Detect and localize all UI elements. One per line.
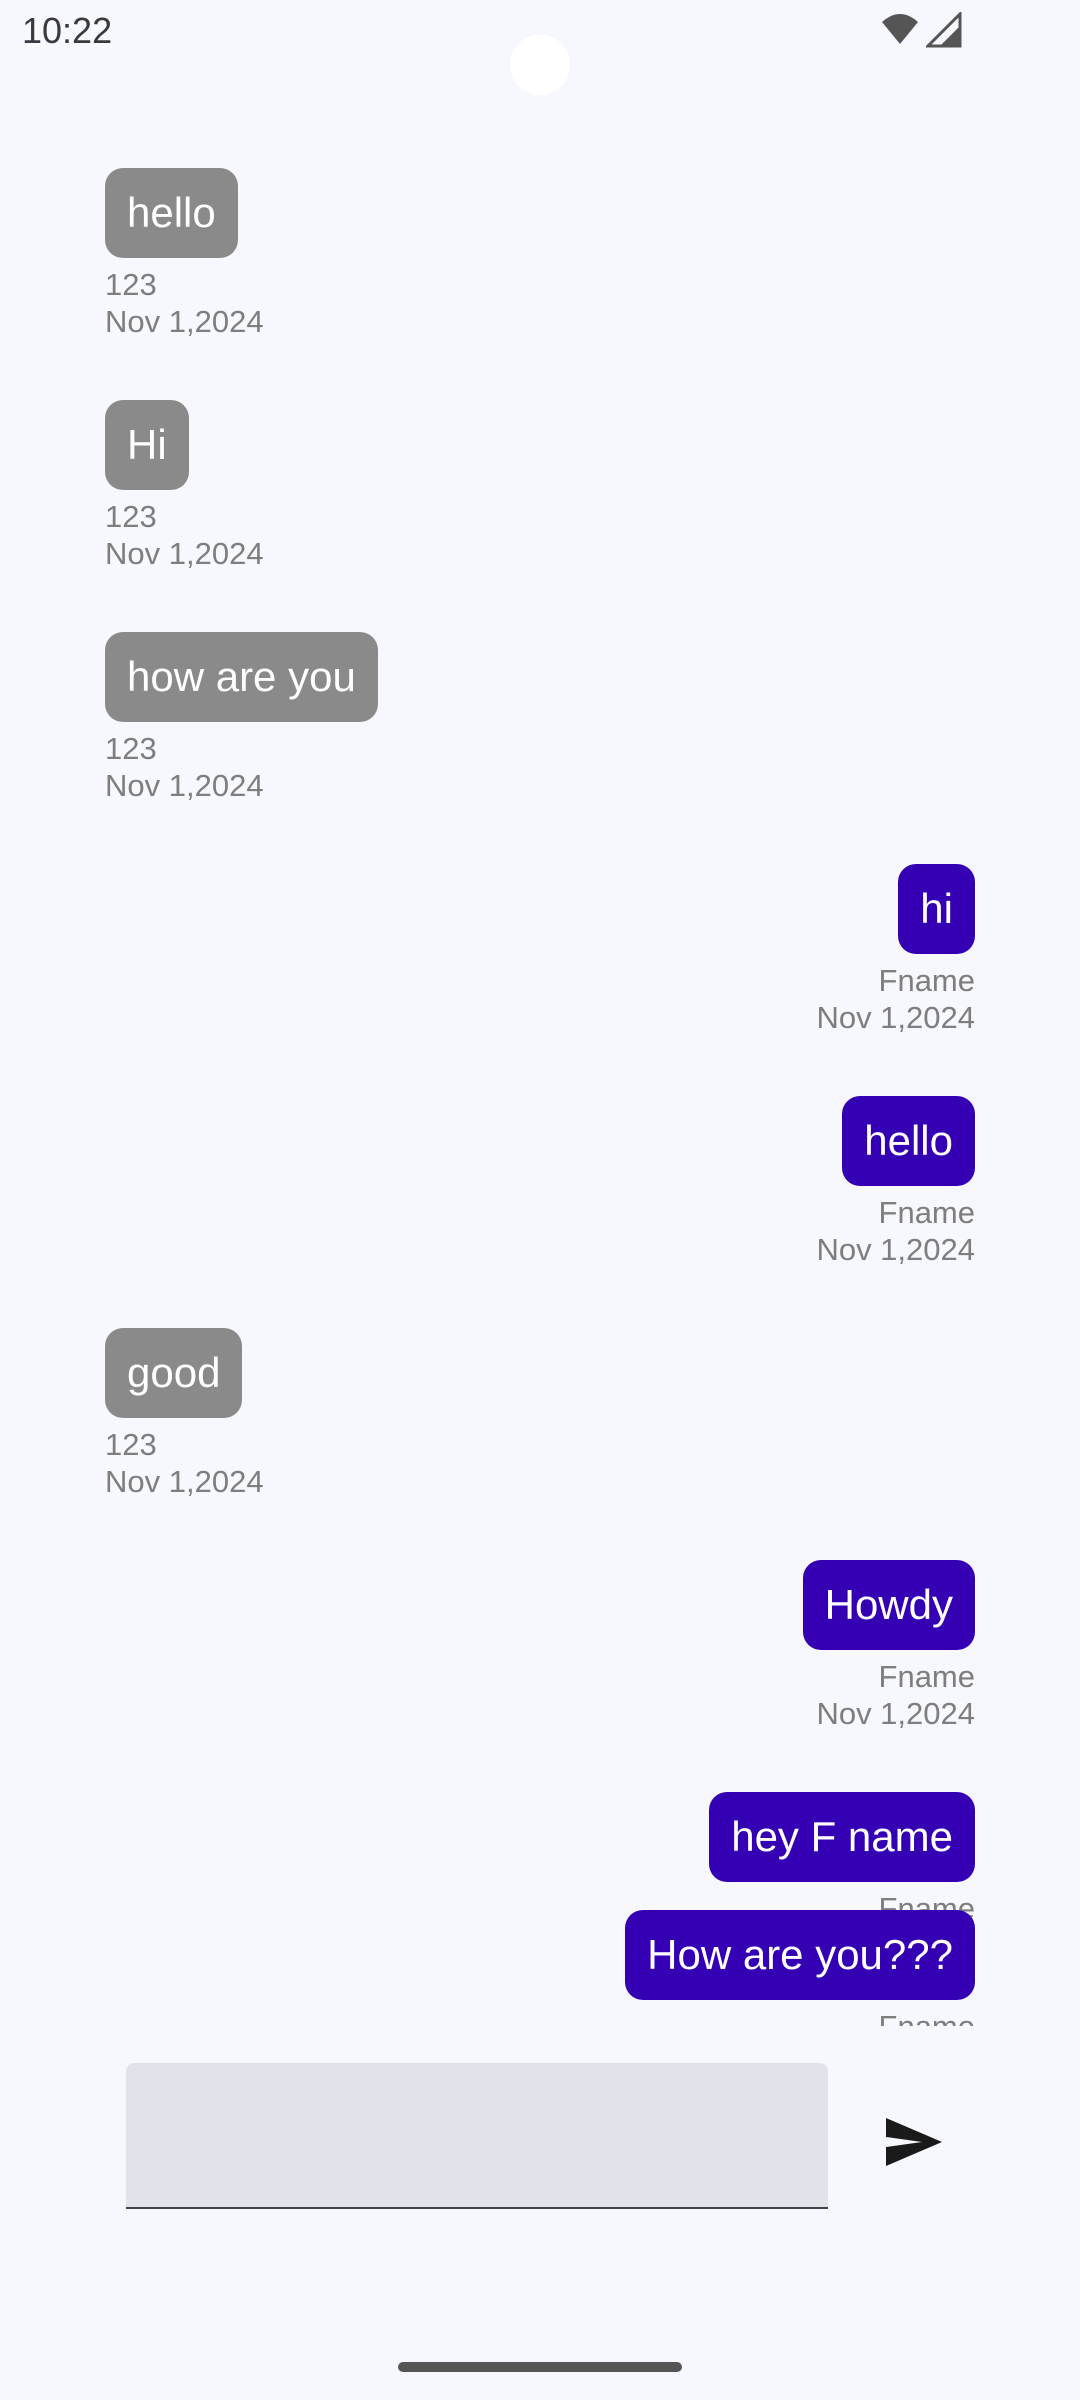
message-item: Hi 123 Nov 1,2024 (105, 400, 975, 572)
message-item: How are you??? Fname (625, 1910, 975, 2026)
message-date: Nov 1,2024 (105, 768, 264, 803)
message-item: how are you 123 Nov 1,2024 (105, 632, 975, 804)
status-time: 10:22 (22, 10, 113, 51)
message-sender: 123 (105, 267, 157, 302)
message-item: good 123 Nov 1,2024 (105, 1328, 975, 1500)
message-sender: 123 (105, 1427, 157, 1462)
message-sender: Fname (878, 1659, 975, 1694)
message-bubble[interactable]: how are you (105, 632, 378, 722)
message-item: hi Fname Nov 1,2024 (105, 864, 975, 1036)
message-sender: 123 (105, 731, 157, 766)
send-button[interactable] (872, 2100, 956, 2184)
status-bar: 10:22 (0, 0, 1080, 95)
message-date: Nov 1,2024 (816, 1000, 975, 1035)
wifi-icon (882, 14, 918, 44)
message-bubble[interactable]: How are you??? (625, 1910, 975, 2000)
message-bubble[interactable]: Howdy (802, 1560, 975, 1650)
message-meta: 123 Nov 1,2024 (105, 730, 264, 804)
message-input-container[interactable] (126, 2063, 828, 2209)
message-list[interactable]: hello 123 Nov 1,2024 Hi 123 Nov 1,2024 how are… (105, 168, 975, 2024)
message-item: hello Fname Nov 1,2024 (105, 1096, 975, 1268)
message-item: Howdy Fname Nov 1,2024 (105, 1560, 975, 1732)
message-meta: FnameNov 1,2024 (816, 962, 975, 1036)
camera-cutout (510, 35, 570, 95)
message-bubble[interactable]: hey F name (709, 1792, 975, 1882)
message-date: Nov 1,2024 (816, 1232, 975, 1267)
message-date: Nov 1,2024 (816, 1696, 975, 1731)
message-meta: 123 Nov 1,2024 (105, 1426, 264, 1500)
status-icons (880, 12, 970, 52)
message-meta: FnameNov 1,2024 (816, 1658, 975, 1732)
message-meta: FnameNov 1,2024 (816, 1194, 975, 1268)
message-meta: 123 Nov 1,2024 (105, 266, 264, 340)
message-input[interactable] (126, 2063, 828, 2207)
message-meta: 123 Nov 1,2024 (105, 498, 264, 572)
signal-icon (926, 12, 962, 48)
message-sender: Fname (879, 2008, 975, 2026)
message-sender: 123 (105, 499, 157, 534)
message-sender: Fname (878, 1195, 975, 1230)
message-date: Nov 1,2024 (105, 536, 264, 571)
message-bubble[interactable]: hello (842, 1096, 975, 1186)
message-bubble[interactable]: hello (105, 168, 238, 258)
message-bubble[interactable]: hi (898, 864, 975, 954)
message-bubble[interactable]: good (105, 1328, 243, 1418)
message-item: hello 123 Nov 1,2024 (105, 168, 975, 340)
message-sender: Fname (878, 963, 975, 998)
home-indicator[interactable] (398, 2362, 682, 2372)
message-date: Nov 1,2024 (105, 304, 264, 339)
message-date: Nov 1,2024 (105, 1464, 264, 1499)
message-bubble[interactable]: Hi (105, 400, 189, 490)
send-icon (886, 2118, 942, 2166)
